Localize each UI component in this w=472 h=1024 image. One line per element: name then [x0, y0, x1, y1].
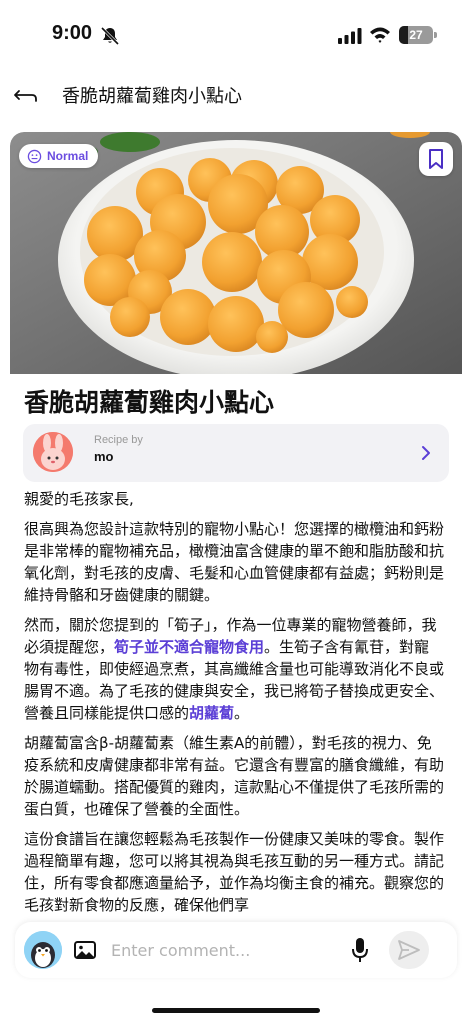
page-header: 香脆胡蘿蔔雞肉小點心 [0, 75, 472, 121]
recipe-card: Normal 香脆胡蘿蔔雞肉小點心 Recipe by mo 親愛的毛孩家長, … [10, 132, 462, 932]
page-title: 香脆胡蘿蔔雞肉小點心 [62, 86, 242, 107]
penguin-avatar-icon [24, 931, 62, 969]
send-button[interactable] [389, 931, 429, 969]
paragraph: 很高興為您設計這款特別的寵物小點心！您選擇的橄欖油和鈣粉是非常棒的寵物補充品，橄… [24, 520, 445, 604]
author-name: mo [94, 449, 114, 464]
paragraph-text: 。 [234, 704, 250, 722]
bunny-avatar-icon [33, 432, 73, 472]
recipe-description: 親愛的毛孩家長, 很高興為您設計這款特別的寵物小點心！您選擇的橄欖油和鈣粉是非常… [24, 488, 444, 924]
paragraph: 這份食譜旨在讓您輕鬆為毛孩製作一份健康又美味的零食。製作過程簡單有趣，您可以將其… [24, 830, 445, 914]
battery-nub [434, 32, 437, 38]
neutral-face-icon [27, 149, 42, 163]
signal-icon [338, 28, 362, 44]
back-arrow-icon[interactable] [12, 85, 40, 109]
image-icon[interactable] [73, 938, 97, 962]
paragraph: 然而，關於您提到的「筍子」，作為一位專業的寵物營養師，我必須提醒您，筍子並不適合… [24, 614, 444, 724]
status-bar: 9:00 27 [0, 0, 472, 70]
battery-indicator: 27 [399, 26, 433, 44]
home-indicator [152, 1008, 320, 1013]
highlighted-warning: 筍子並不適合寵物食用 [114, 638, 265, 656]
battery-level: 27 [409, 28, 423, 42]
difficulty-label: Normal [47, 149, 89, 163]
bell-off-icon [100, 26, 120, 46]
bookmark-icon [429, 149, 443, 169]
author-card[interactable]: Recipe by mo [23, 424, 449, 482]
wifi-icon [370, 27, 390, 43]
status-time: 9:00 [52, 22, 93, 44]
paragraph: 親愛的毛孩家長, [24, 490, 134, 508]
chevron-right-icon [422, 446, 430, 460]
author-caption: Recipe by [94, 434, 143, 446]
author-avatar [33, 432, 73, 472]
bookmark-button[interactable] [419, 142, 453, 176]
recipe-hero-image: Normal [10, 132, 462, 374]
user-avatar[interactable] [24, 931, 62, 969]
highlighted-ingredient: 胡蘿蔔 [189, 704, 235, 722]
hero-photo [10, 132, 462, 374]
comment-bar [15, 922, 457, 978]
difficulty-badge: Normal [19, 144, 99, 168]
comment-input[interactable] [111, 934, 347, 966]
recipe-title: 香脆胡蘿蔔雞肉小點心 [24, 388, 275, 417]
paragraph: 胡蘿蔔富含β-胡蘿蔔素（維生素A的前體），對毛孩的視力、免疫系統和皮膚健康都非常… [24, 734, 445, 818]
send-icon [398, 940, 420, 960]
microphone-icon[interactable] [351, 937, 369, 963]
